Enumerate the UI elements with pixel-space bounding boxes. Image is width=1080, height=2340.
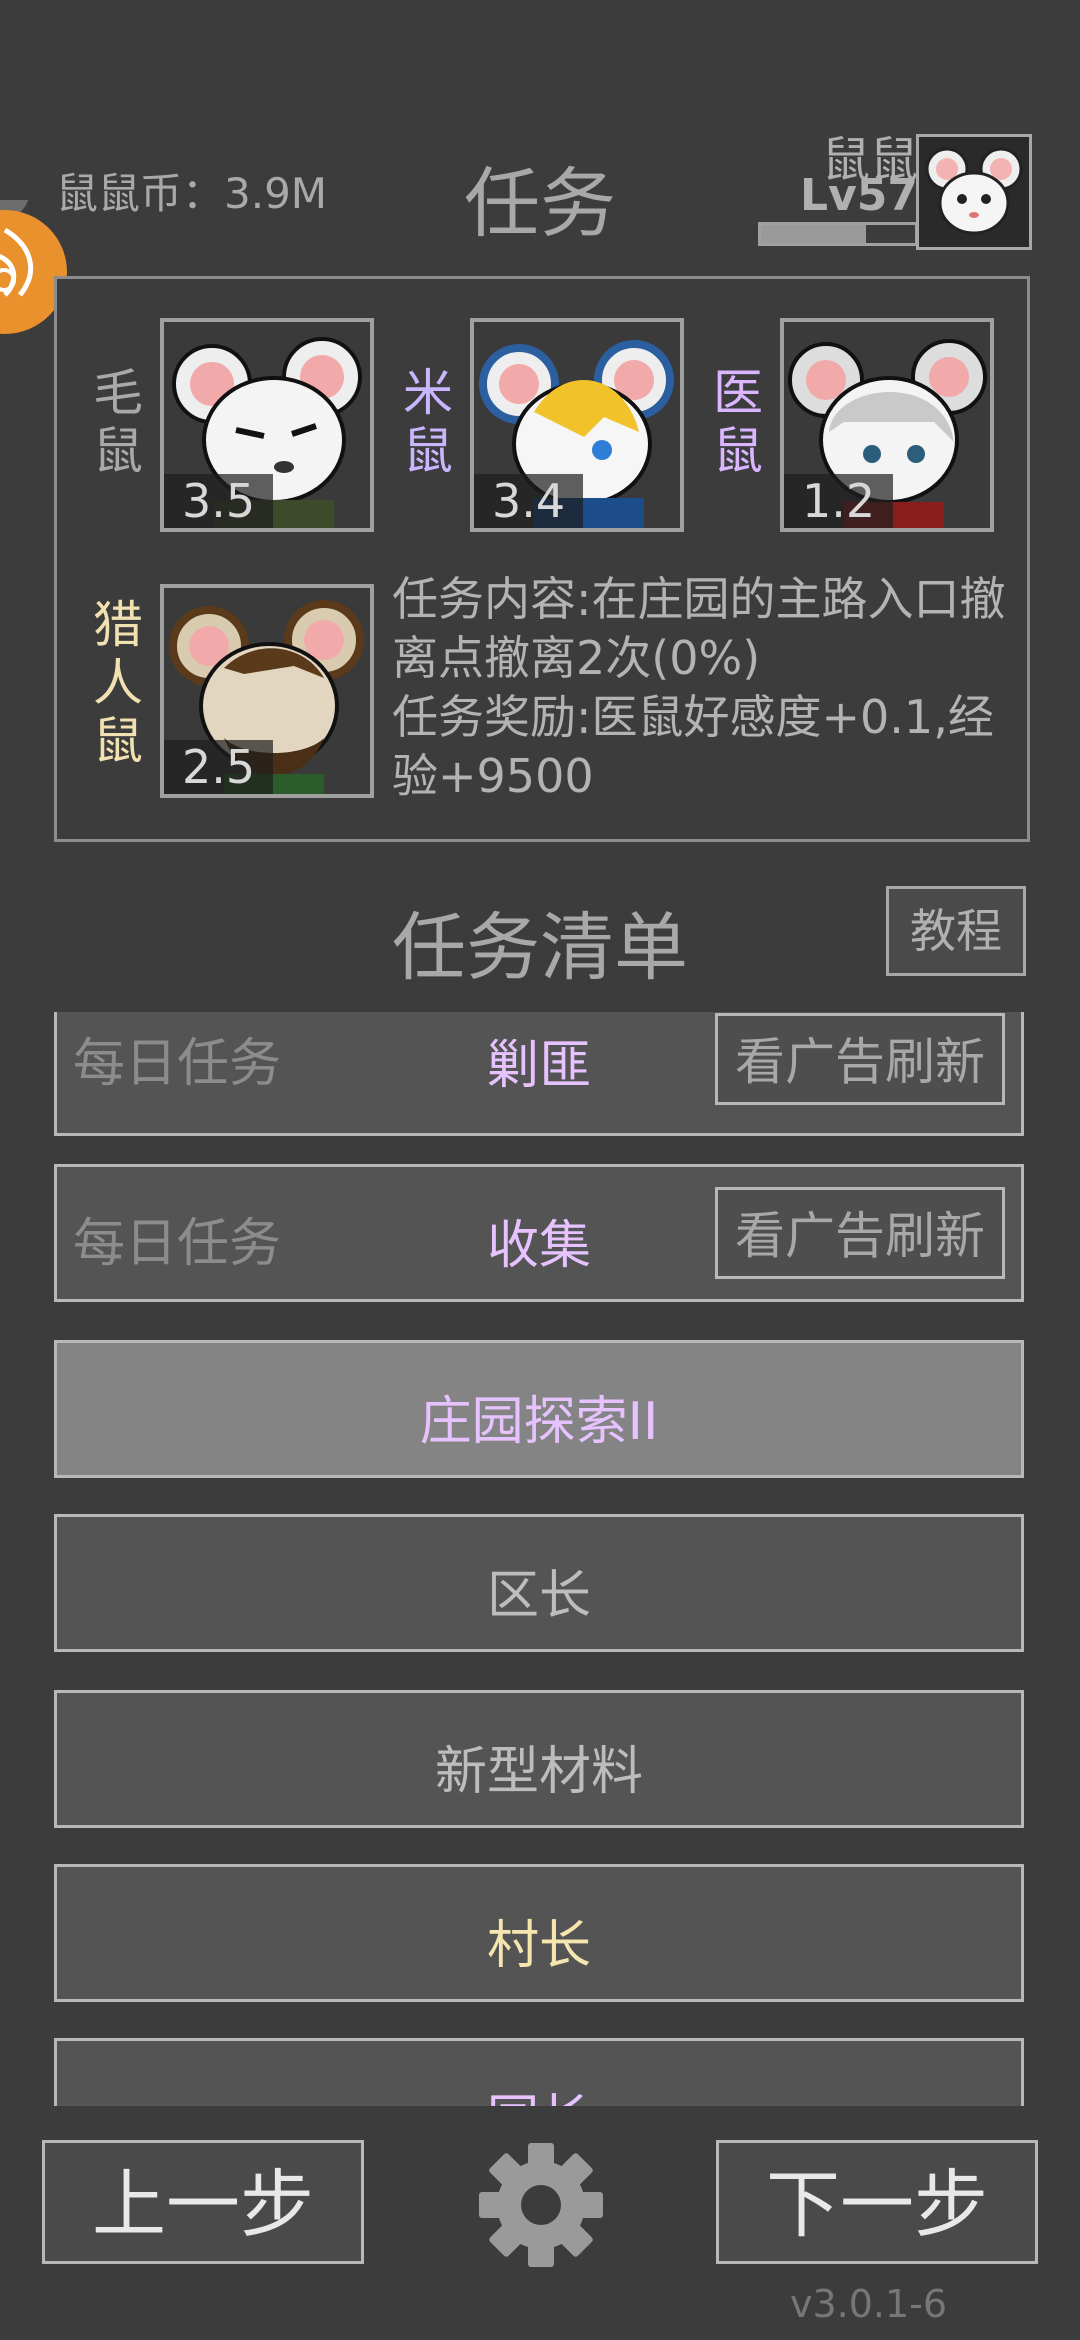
tutorial-button[interactable]: 教程 (886, 886, 1026, 976)
portrait-mi[interactable]: 3.4 (470, 318, 684, 532)
task-row-daily[interactable]: 每日任务 剿匪 看广告刷新 (54, 1012, 1024, 1136)
watch-ad-refresh-button[interactable]: 看广告刷新 (715, 1187, 1005, 1279)
task-row[interactable]: 园长 (54, 2038, 1024, 2106)
task-reward: 任务奖励:医鼠好感度+0.1,经验+9500 (392, 690, 994, 803)
character-name-text: 米鼠 (403, 364, 453, 480)
character-name-text: 毛鼠 (93, 364, 143, 480)
task-name: 新型材料 (434, 1742, 643, 1802)
task-list[interactable]: 每日任务 剿匪 看广告刷新 每日任务 收集 看广告刷新 庄园探索II 区长 新型… (54, 1012, 1030, 2106)
version-label: v3.0.1-6 (790, 2282, 948, 2326)
affinity-value: 2.5 (164, 740, 274, 794)
character-name-mi: 米鼠 (398, 364, 458, 480)
xp-progress-bar (758, 222, 918, 246)
previous-step-button[interactable]: 上一步 (42, 2140, 364, 2264)
character-name-hunter: 猎人鼠 (88, 596, 148, 770)
watch-ad-refresh-button[interactable]: 看广告刷新 (715, 1013, 1005, 1105)
settings-button[interactable] (476, 2140, 606, 2270)
portrait-mao[interactable]: 3.5 (160, 318, 374, 532)
task-name: 村长 (486, 1916, 591, 1976)
task-content: 任务内容:在庄园的主路入口撤离点撤离2次(0%) (392, 572, 1006, 685)
player-level: Lv57 (800, 170, 918, 221)
task-row[interactable]: 村长 (54, 1864, 1024, 2002)
player-avatar[interactable] (916, 134, 1032, 250)
task-name: 庄园探索II (419, 1392, 659, 1452)
portrait-yi[interactable]: 1.2 (780, 318, 994, 532)
task-row[interactable]: 新型材料 (54, 1690, 1024, 1828)
character-name-mao: 毛鼠 (88, 364, 148, 480)
affinity-value: 3.5 (164, 474, 274, 528)
gear-icon (479, 2143, 603, 2267)
task-row-selected[interactable]: 庄园探索II (54, 1340, 1024, 1478)
task-row-daily[interactable]: 每日任务 收集 看广告刷新 (54, 1164, 1024, 1302)
affinity-value: 1.2 (784, 474, 894, 528)
task-name: 园长 (57, 2077, 1021, 2106)
xp-progress-fill (761, 225, 866, 243)
task-name: 区长 (486, 1566, 591, 1626)
next-step-button[interactable]: 下一步 (716, 2140, 1038, 2264)
character-name-text: 医鼠 (713, 364, 763, 480)
task-description: 任务内容:在庄园的主路入口撤离点撤离2次(0%) 任务奖励:医鼠好感度+0.1,… (392, 570, 1012, 806)
character-name-yi: 医鼠 (708, 364, 768, 480)
character-name-text: 猎人鼠 (93, 596, 143, 770)
white-mouse-avatar-icon (925, 147, 1023, 235)
task-row[interactable]: 区长 (54, 1514, 1024, 1652)
affinity-value: 3.4 (474, 474, 584, 528)
portrait-hunter[interactable]: 2.5 (160, 584, 374, 798)
